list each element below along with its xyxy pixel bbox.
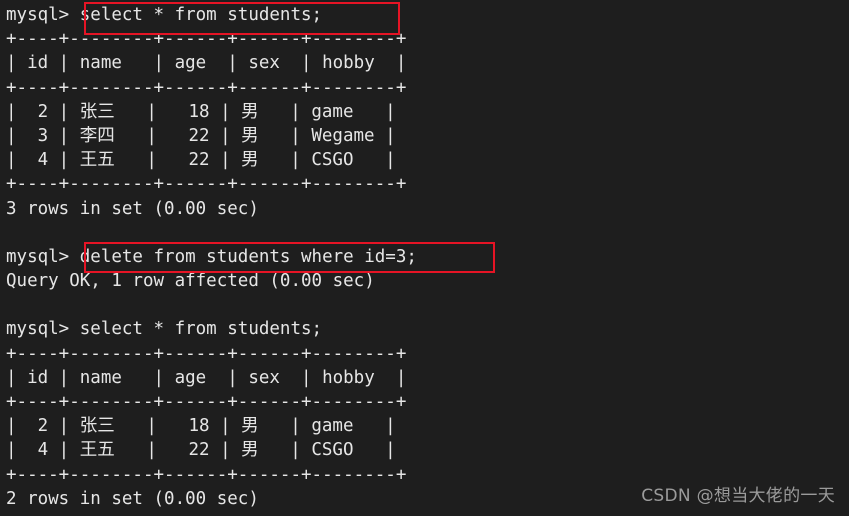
terminal-line-7: +----+--------+------+------+--------+ — [6, 174, 407, 195]
terminal-line-13: mysql> select * from students; — [6, 319, 323, 340]
mysql-terminal[interactable]: mysql> select * from students; +----+---… — [0, 0, 849, 516]
terminal-line-0: mysql> select * from students; — [6, 5, 323, 25]
terminal-line-5: | 3 | 李四 | 22 | 男 | Wegame | — [6, 125, 396, 146]
terminal-line-9 — [6, 221, 849, 245]
terminal-line-4: | 2 | 张三 | 18 | 男 | game | — [6, 101, 396, 122]
terminal-line-11: Query OK, 1 row affected (0.00 sec) — [6, 271, 375, 292]
terminal-line-6: | 4 | 王五 | 22 | 男 | CSGO | — [6, 150, 396, 171]
terminal-line-1: +----+--------+------+------+--------+ — [6, 29, 407, 50]
terminal-line-2: | id | name | age | sex | hobby | — [6, 53, 407, 74]
terminal-line-16: +----+--------+------+------+--------+ — [6, 392, 407, 412]
terminal-line-15: | id | name | age | sex | hobby | — [6, 367, 407, 388]
terminal-line-17: | 2 | 张三 | 18 | 男 | game | — [6, 416, 396, 437]
terminal-line-12 — [6, 293, 849, 317]
csdn-watermark: CSDN @想当大佬的一天 — [641, 485, 835, 506]
terminal-line-14: +----+--------+------+------+--------+ — [6, 343, 407, 364]
terminal-line-18: | 4 | 王五 | 22 | 男 | CSGO | — [6, 440, 396, 461]
terminal-line-3: +----+--------+------+------+--------+ — [6, 77, 407, 98]
terminal-line-8: 3 rows in set (0.00 sec) — [6, 198, 259, 219]
terminal-line-10: mysql> delete from students where id=3; — [6, 246, 417, 267]
